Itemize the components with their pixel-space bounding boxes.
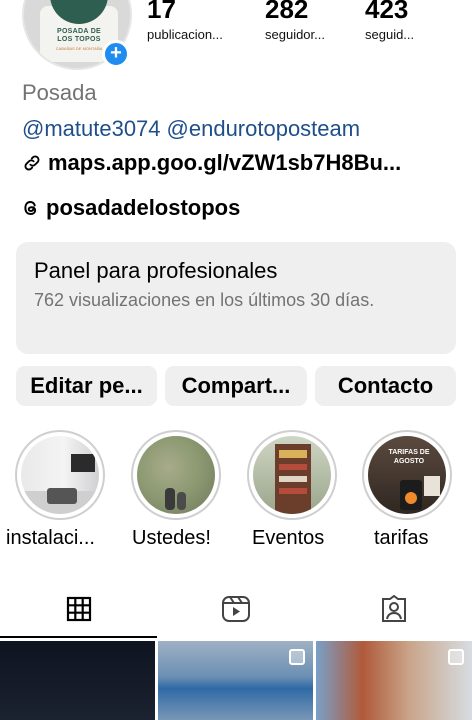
- threads-icon: [24, 201, 37, 215]
- tab-grid[interactable]: [0, 580, 157, 638]
- dashboard-title: Panel para profesionales: [34, 258, 278, 283]
- highlight-label: Ustedes!: [132, 527, 211, 549]
- carousel-icon: [289, 649, 305, 665]
- share-profile-button[interactable]: Compart...: [165, 366, 307, 406]
- reels-icon: [221, 596, 250, 622]
- followers-count: 282: [265, 0, 309, 24]
- highlight-cover: [253, 436, 331, 514]
- tarifas-cover-text: TARIFAS DE AGOSTO: [388, 449, 430, 465]
- post-thumbnail[interactable]: [316, 641, 472, 720]
- profile-avatar[interactable]: POSADA DE LOS TOPOS CABAÑAS DE MONTAÑA +: [22, 0, 132, 70]
- contact-button[interactable]: Contacto: [315, 366, 456, 406]
- profile-tabs: [0, 580, 472, 638]
- edit-profile-button[interactable]: Editar pe...: [16, 366, 157, 406]
- mention-link[interactable]: @matute3074: [22, 116, 161, 141]
- stat-posts[interactable]: 17 publicacion...: [147, 0, 223, 42]
- post-thumbnail[interactable]: [0, 641, 155, 720]
- profile-name: Posada: [22, 80, 97, 105]
- highlight-instalaciones[interactable]: [15, 430, 105, 520]
- highlight-eventos[interactable]: [247, 430, 337, 520]
- stat-following[interactable]: 423 seguid...: [365, 0, 414, 42]
- mention-link[interactable]: @endurotoposteam: [167, 116, 361, 141]
- stat-followers[interactable]: 282 seguidor...: [265, 0, 325, 42]
- posts-label: publicacion...: [147, 27, 223, 42]
- highlight-ustedes[interactable]: [131, 430, 221, 520]
- following-count: 423: [365, 0, 409, 24]
- link-icon: [24, 155, 40, 171]
- highlight-label: Eventos: [252, 527, 325, 549]
- highlight-label: tarifas: [374, 527, 429, 549]
- professional-dashboard[interactable]: Panel para profesionales 762 visualizaci…: [16, 242, 456, 354]
- threads-badge[interactable]: posadadelostopos: [22, 195, 240, 221]
- logo-line-2: LOS TOPOS: [57, 36, 101, 43]
- highlight-label: instalaci...: [6, 527, 95, 549]
- bio-link[interactable]: maps.app.goo.gl/vZW1sb7H8Bu...: [22, 150, 401, 176]
- tab-reels[interactable]: [157, 580, 314, 638]
- highlight-cover: [21, 436, 99, 514]
- posts-count: 17: [147, 0, 176, 24]
- dashboard-subtitle: 762 visualizaciones en los últimos 30 dí…: [34, 290, 375, 310]
- post-thumbnail[interactable]: [158, 641, 313, 720]
- add-story-icon[interactable]: +: [102, 40, 130, 68]
- link-text[interactable]: maps.app.goo.gl/vZW1sb7H8Bu...: [48, 150, 401, 176]
- bio-mentions: @matute3074 @endurotoposteam: [22, 116, 366, 142]
- followers-label: seguidor...: [265, 27, 325, 42]
- following-label: seguid...: [365, 27, 415, 42]
- highlight-tarifas[interactable]: TARIFAS DE AGOSTO: [362, 430, 452, 520]
- tab-tagged[interactable]: [315, 580, 472, 638]
- tagged-icon: [381, 595, 406, 622]
- carousel-icon: [448, 649, 464, 665]
- logo-line-1: POSADA DE: [56, 28, 102, 35]
- highlight-cover: [137, 436, 215, 514]
- grid-icon: [66, 596, 91, 622]
- active-tab-indicator: [0, 636, 157, 638]
- threads-handle[interactable]: posadadelostopos: [46, 195, 240, 221]
- highlight-cover: TARIFAS DE AGOSTO: [368, 436, 446, 514]
